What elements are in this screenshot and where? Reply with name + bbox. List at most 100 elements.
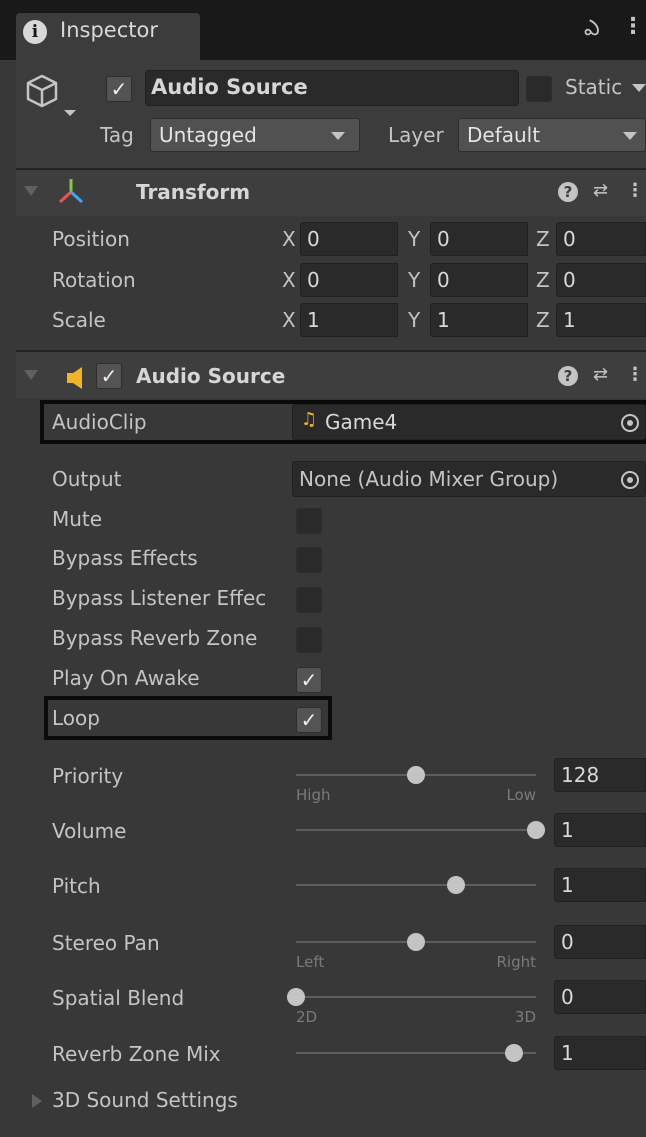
object-name-value: Audio Source bbox=[151, 75, 308, 99]
slider-knob[interactable] bbox=[527, 821, 545, 839]
inspector-tab-title: Inspector bbox=[60, 18, 158, 42]
slider-value-field[interactable]: 0 bbox=[554, 925, 646, 959]
static-checkbox[interactable]: ✓ bbox=[526, 76, 552, 102]
transform-x-field[interactable]: 0 bbox=[300, 222, 398, 256]
tag-dropdown[interactable]: Untagged bbox=[150, 118, 360, 152]
object-picker-icon[interactable] bbox=[621, 471, 639, 489]
speaker-icon bbox=[67, 367, 82, 389]
transform-header[interactable] bbox=[16, 170, 646, 216]
chevron-down-icon bbox=[331, 132, 345, 140]
axis-label-y: Y bbox=[408, 308, 421, 332]
audioclip-value: Game4 bbox=[325, 410, 398, 434]
axis-label-y: Y bbox=[408, 268, 421, 292]
component-menu-icon[interactable]: ⋮ bbox=[626, 180, 644, 201]
transform-row-label: Rotation bbox=[52, 268, 136, 292]
slider-track[interactable] bbox=[296, 884, 536, 886]
output-value: None (Audio Mixer Group) bbox=[299, 467, 559, 491]
audio-source-enabled-checkbox[interactable]: ✓ bbox=[96, 363, 122, 389]
slider-max-label: Low bbox=[506, 786, 536, 804]
toggle-checkbox[interactable]: ✓ bbox=[296, 707, 322, 733]
gameobject-cube-icon bbox=[26, 74, 76, 116]
slider-label: Stereo Pan bbox=[52, 931, 160, 955]
slider-value-field[interactable]: 1 bbox=[554, 1036, 646, 1070]
slider-knob[interactable] bbox=[505, 1044, 524, 1062]
slider-label: Priority bbox=[52, 764, 124, 788]
audio-source-title: Audio Source bbox=[136, 364, 286, 388]
transform-y-field[interactable]: 0 bbox=[430, 222, 528, 256]
slider-max-label: Right bbox=[496, 953, 537, 971]
info-icon: i bbox=[23, 20, 47, 44]
static-label: Static bbox=[565, 75, 623, 99]
slider-label: Reverb Zone Mix bbox=[52, 1042, 221, 1066]
transform-axes-icon bbox=[58, 179, 84, 204]
fold-down-icon[interactable] bbox=[24, 186, 38, 196]
toggle-label: Loop bbox=[52, 706, 100, 730]
slider-max-label: 3D bbox=[514, 1008, 536, 1026]
audioclip-label: AudioClip bbox=[52, 410, 147, 434]
tag-label: Tag bbox=[100, 123, 134, 147]
presets-icon[interactable]: ⇄ bbox=[593, 364, 608, 385]
slider-knob[interactable] bbox=[407, 766, 425, 784]
axis-label-z: Z bbox=[536, 308, 550, 332]
slider-value-field[interactable]: 1 bbox=[554, 813, 646, 847]
slider-value-field[interactable]: 1 bbox=[554, 868, 646, 902]
transform-y-field[interactable]: 1 bbox=[430, 303, 528, 337]
layer-dropdown[interactable]: Default bbox=[458, 118, 646, 152]
layer-label: Layer bbox=[388, 123, 444, 147]
axis-label-x: X bbox=[282, 268, 296, 292]
music-note-icon: ♫ bbox=[301, 409, 318, 430]
slider-label: Spatial Blend bbox=[52, 986, 185, 1010]
slider-value-field[interactable]: 128 bbox=[554, 758, 646, 792]
transform-title: Transform bbox=[136, 180, 251, 204]
chevron-down-icon bbox=[623, 132, 637, 140]
object-active-checkbox[interactable]: ✓ bbox=[106, 76, 132, 102]
transform-y-field[interactable]: 0 bbox=[430, 263, 528, 297]
object-name-field[interactable]: Audio Source bbox=[145, 70, 519, 106]
toggle-checkbox[interactable]: ✓ bbox=[296, 627, 322, 653]
layer-value: Default bbox=[467, 123, 541, 147]
tab-menu-icon[interactable]: ⋮ bbox=[622, 14, 644, 39]
transform-z-field[interactable]: 0 bbox=[556, 222, 646, 256]
object-picker-icon[interactable] bbox=[621, 414, 639, 432]
slider-track[interactable] bbox=[296, 996, 536, 998]
fold-right-icon[interactable] bbox=[32, 1094, 42, 1108]
transform-x-field[interactable]: 0 bbox=[300, 263, 398, 297]
slider-label: Volume bbox=[52, 819, 127, 843]
axis-label-z: Z bbox=[536, 268, 550, 292]
tag-value: Untagged bbox=[159, 123, 257, 147]
axis-label-y: Y bbox=[408, 227, 421, 251]
transform-z-field[interactable]: 0 bbox=[556, 263, 646, 297]
sound-settings-foldout[interactable]: 3D Sound Settings bbox=[52, 1088, 238, 1112]
presets-icon[interactable]: ⇄ bbox=[593, 180, 608, 201]
output-field[interactable]: None (Audio Mixer Group) bbox=[292, 461, 646, 497]
slider-knob[interactable] bbox=[447, 876, 466, 894]
component-menu-icon[interactable]: ⋮ bbox=[626, 364, 644, 385]
slider-value-field[interactable]: 0 bbox=[554, 980, 646, 1014]
axis-label-z: Z bbox=[536, 227, 550, 251]
toggle-label: Bypass Reverb Zone bbox=[52, 626, 258, 650]
slider-knob[interactable] bbox=[407, 933, 425, 951]
toggle-label: Bypass Effects bbox=[52, 546, 198, 570]
toggle-label: Bypass Listener Effec bbox=[52, 586, 267, 610]
transform-x-field[interactable]: 1 bbox=[300, 303, 398, 337]
lock-icon[interactable]: ఎ bbox=[584, 16, 600, 46]
help-icon[interactable]: ? bbox=[558, 366, 578, 386]
static-dropdown-caret-icon[interactable] bbox=[632, 84, 646, 92]
toggle-checkbox[interactable]: ✓ bbox=[296, 667, 322, 693]
output-label: Output bbox=[52, 467, 122, 491]
fold-down-icon[interactable] bbox=[24, 370, 38, 380]
slider-label: Pitch bbox=[52, 874, 101, 898]
axis-label-x: X bbox=[282, 227, 296, 251]
transform-z-field[interactable]: 1 bbox=[556, 303, 646, 337]
slider-track[interactable] bbox=[296, 1052, 536, 1054]
toggle-label: Play On Awake bbox=[52, 666, 200, 690]
transform-row-label: Position bbox=[52, 227, 130, 251]
audioclip-field[interactable]: ♫ Game4 bbox=[292, 404, 646, 440]
toggle-checkbox[interactable]: ✓ bbox=[296, 587, 322, 613]
axis-label-x: X bbox=[282, 308, 296, 332]
help-icon[interactable]: ? bbox=[558, 182, 578, 202]
toggle-checkbox[interactable]: ✓ bbox=[296, 508, 322, 534]
toggle-checkbox[interactable]: ✓ bbox=[296, 547, 322, 573]
slider-track[interactable] bbox=[296, 829, 536, 831]
slider-knob[interactable] bbox=[287, 988, 305, 1006]
